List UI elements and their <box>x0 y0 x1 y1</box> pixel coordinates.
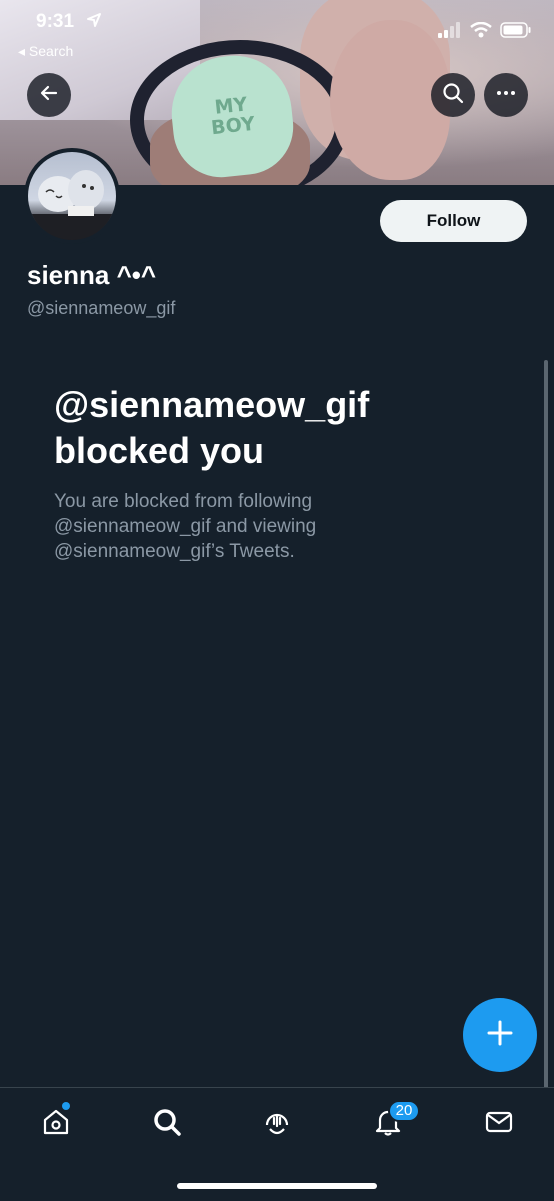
profile-display-name: sienna ^•^ <box>27 260 157 290</box>
more-icon <box>495 82 517 109</box>
wifi-icon <box>470 21 492 43</box>
mail-icon <box>484 1107 514 1142</box>
scrollbar[interactable] <box>544 360 548 1120</box>
location-arrow-icon <box>86 12 102 33</box>
more-button[interactable] <box>484 73 528 117</box>
back-button[interactable] <box>27 73 71 117</box>
spaces-icon <box>262 1107 292 1142</box>
search-icon <box>442 82 464 109</box>
compose-tweet-button[interactable] <box>463 998 537 1072</box>
plus-icon <box>486 1019 514 1052</box>
home-indicator <box>177 1183 377 1189</box>
notifications-badge: 20 <box>388 1100 420 1122</box>
profile-handle: @siennameow_gif <box>27 298 176 318</box>
back-arrow-icon <box>38 82 60 109</box>
battery-icon <box>500 22 532 43</box>
candy-heart-text-2: BOY <box>210 112 256 140</box>
explore-icon <box>152 1107 182 1142</box>
cellular-icon <box>438 22 462 43</box>
back-to-search-link[interactable]: ◂ Search <box>18 43 73 60</box>
profile-avatar[interactable] <box>24 148 120 244</box>
home-unread-dot <box>62 1102 70 1110</box>
status-time: 9:31 <box>36 11 75 32</box>
avatar-image <box>28 152 116 240</box>
home-icon <box>41 1107 71 1142</box>
tab-spaces[interactable] <box>257 1104 297 1144</box>
search-button[interactable] <box>431 73 475 117</box>
tab-messages[interactable] <box>479 1104 519 1144</box>
tab-explore[interactable] <box>147 1104 187 1144</box>
blocked-description: You are blocked from following @sienname… <box>54 491 317 562</box>
blocked-title: @siennameow_gif blocked you <box>54 384 370 471</box>
tab-home[interactable] <box>36 1104 76 1144</box>
status-bar: 9:31 ◂ Search <box>0 0 554 59</box>
follow-button[interactable]: Follow <box>380 200 527 242</box>
system-icons <box>438 21 532 43</box>
